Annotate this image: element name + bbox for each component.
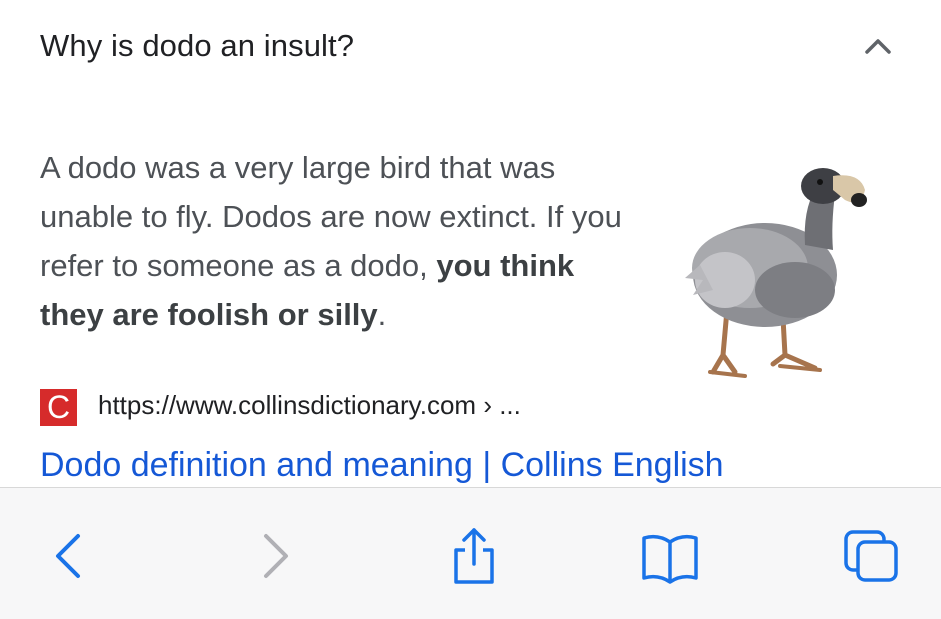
source-row[interactable]: C https://www.collinsdictionary.com › ..…	[40, 388, 920, 426]
result-title-link[interactable]: Dodo definition and meaning | Collins En…	[40, 446, 724, 485]
back-button[interactable]	[40, 526, 100, 586]
share-button[interactable]	[444, 526, 504, 586]
safari-toolbar	[0, 487, 941, 619]
faq-question[interactable]: Why is dodo an insult?	[40, 28, 354, 64]
faq-answer: A dodo was a very large bird that was un…	[40, 143, 630, 339]
share-icon	[454, 528, 494, 584]
forward-button[interactable]	[244, 526, 304, 586]
bookmarks-button[interactable]	[640, 526, 700, 586]
collins-favicon: C	[40, 389, 77, 426]
dodo-image	[685, 168, 867, 378]
back-icon	[56, 534, 80, 578]
forward-icon	[264, 534, 288, 578]
safari-page: Why is dodo an insult? A dodo was a very…	[0, 0, 941, 619]
chevron-up-icon[interactable]	[862, 30, 894, 62]
tabs-button[interactable]	[842, 526, 902, 586]
tabs-icon	[844, 530, 898, 582]
source-url[interactable]: https://www.collinsdictionary.com › ...	[98, 390, 521, 421]
bookmarks-icon	[642, 534, 698, 584]
faq-header[interactable]: Why is dodo an insult?	[0, 0, 941, 100]
answer-end: .	[377, 297, 387, 332]
